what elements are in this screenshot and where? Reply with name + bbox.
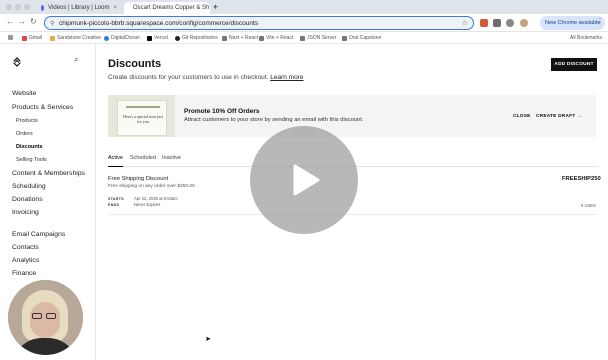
browser-tab-loom[interactable]: Videos | Library | Loom × (36, 2, 122, 14)
starts-label: STARTS (108, 197, 124, 201)
sidebar-item-scheduling[interactable]: Scheduling (12, 183, 46, 190)
bookmark-item[interactable]: JSON Server (300, 35, 336, 41)
sidebar-item-email-campaigns[interactable]: Email Campaigns (12, 231, 65, 238)
apps-icon[interactable] (8, 35, 13, 40)
squarespace-logo-icon[interactable] (12, 57, 22, 67)
bookmark-item[interactable]: Oral Capstone (342, 35, 381, 41)
bookmark-item[interactable]: Gmail (22, 35, 42, 41)
loom-favicon-icon (41, 5, 45, 11)
promo-image: Here's a special treat just for you (108, 95, 175, 137)
profile-avatar[interactable] (520, 19, 528, 27)
address-bar[interactable]: ⚲ chipmunk-piccolo-bbrb.squarespace.com/… (44, 16, 474, 30)
starts-value: Apr 22, 2025 at 6:53am (134, 196, 178, 201)
promo-email-preview: Here's a special treat just for you (117, 100, 167, 136)
discount-name: Free Shipping Discount (108, 176, 169, 182)
tab-scheduled[interactable]: Scheduled (130, 155, 156, 167)
more-menu-icon[interactable]: ⋮ (596, 17, 604, 26)
create-draft-button[interactable]: CREATE DRAFT → (536, 114, 582, 119)
bookmark-item[interactable]: Vite + React (259, 35, 293, 41)
play-icon (293, 164, 320, 196)
close-icon[interactable]: × (113, 5, 117, 11)
extension-icon[interactable] (506, 19, 514, 27)
bookmark-item[interactable]: Sandstone Creative (50, 35, 101, 41)
all-bookmarks-button[interactable]: All Bookmarks (570, 35, 602, 41)
uses-count: 0 USES (581, 203, 596, 208)
sidebar-item-discounts[interactable]: Discounts (16, 144, 43, 150)
sidebar-item-orders[interactable]: Orders (16, 131, 33, 137)
mouse-cursor-icon: ➤ (205, 336, 211, 343)
forward-icon[interactable]: → (18, 17, 26, 26)
sidebar-item-analytics[interactable]: Analytics (12, 257, 39, 264)
search-icon[interactable]: ⌕ (74, 55, 78, 65)
discount-code: FREESHIP250 (562, 176, 601, 182)
learn-more-link[interactable]: Learn more (270, 74, 303, 81)
sidebar-item-invoicing[interactable]: Invoicing (12, 209, 39, 216)
bookmark-item[interactable]: Vercel (147, 35, 168, 41)
browser-toolbar: ← → ↻ ⚲ chipmunk-piccolo-bbrb.squarespac… (0, 14, 608, 32)
ends-value: Never Expires (134, 202, 161, 207)
arrow-right-icon: → (576, 114, 582, 119)
sidebar-item-website[interactable]: Website (12, 90, 36, 97)
page-title: Discounts (108, 58, 162, 70)
sidebar-item-products[interactable]: Products (16, 118, 38, 124)
new-tab-button[interactable]: + (213, 2, 218, 12)
url-text: chipmunk-piccolo-bbrb.squarespace.com/co… (59, 19, 259, 27)
sidebar-item-content-memberships[interactable]: Content & Memberships (12, 170, 85, 177)
tab-active[interactable]: Active (108, 155, 123, 167)
page-subtitle: Create discounts for your customers to u… (108, 74, 304, 81)
lock-icon: ⚲ (50, 21, 55, 27)
sidebar-item-selling-tools[interactable]: Selling Tools (16, 157, 47, 163)
bookmark-star-icon[interactable]: ☆ (462, 19, 468, 27)
extension-icon[interactable] (493, 19, 501, 27)
sidebar-item-contacts[interactable]: Contacts (12, 244, 39, 251)
add-discount-button[interactable]: ADD DISCOUNT (551, 58, 597, 71)
tab-label: Videos | Library | Loom (48, 5, 110, 11)
promo-body: Attract customers to your store by sendi… (184, 117, 364, 123)
ends-label: ENDS (108, 203, 120, 207)
promo-close-button[interactable]: CLOSE (513, 114, 531, 119)
tab-label: Oscart Dreams Copper & Sh (133, 5, 210, 11)
video-play-button[interactable] (250, 126, 358, 234)
bookmarks-bar: Gmail Sandstone Creative DigitalOcean Ve… (0, 32, 608, 44)
extension-icon[interactable] (480, 19, 488, 27)
sidebar-item-products-services[interactable]: Products & Services (12, 104, 73, 111)
webcam-bubble[interactable] (8, 280, 83, 355)
bookmark-item[interactable]: Git Repositories (175, 35, 218, 41)
bookmark-item[interactable]: DigitalOcean (104, 35, 140, 41)
window-controls[interactable] (6, 4, 30, 10)
sidebar-item-donations[interactable]: Donations (12, 196, 43, 203)
browser-tab-squarespace[interactable]: Oscart Dreams Copper & Sh × (124, 2, 217, 14)
reload-icon[interactable]: ↻ (30, 17, 37, 26)
discount-description: Free shipping on any order over $250.00 (108, 184, 195, 189)
sidebar-item-finance[interactable]: Finance (12, 270, 36, 277)
tab-inactive[interactable]: Inactive (162, 155, 181, 167)
browser-tab-strip: Videos | Library | Loom × Oscart Dreams … (0, 0, 608, 14)
promo-heading: Promote 10% Off Orders (184, 108, 260, 115)
back-icon[interactable]: ← (6, 17, 14, 26)
bookmark-item[interactable]: Next + React (222, 35, 258, 41)
